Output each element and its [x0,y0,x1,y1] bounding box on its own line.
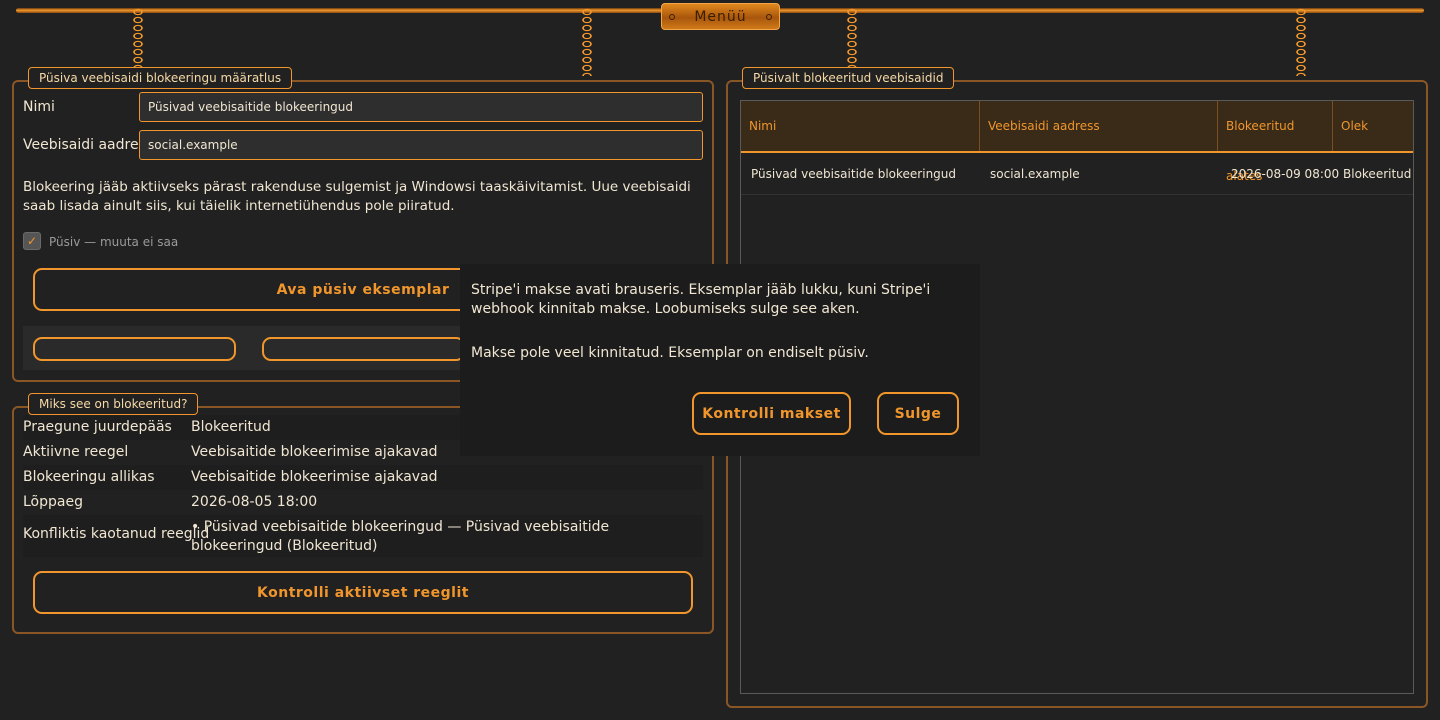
end-time-value: 2026-08-05 18:00 [191,494,318,510]
conflict-rules-key: Konfliktis kaotanud reeglid [23,526,210,542]
column-header-blocked-since[interactable]: Blokeeritud alates [1218,101,1333,183]
menu-button[interactable]: Menüü [661,3,780,30]
dialog-message: Stripe'i makse avati brauseris. Eksempla… [471,282,931,317]
block-source-key: Blokeeringu allikas [23,469,155,485]
close-button[interactable]: Sulge [877,392,959,435]
chain-decoration [131,8,145,76]
small-action-button[interactable] [262,337,465,361]
check-payment-button[interactable]: Kontrolli makset [692,392,851,435]
column-header-address[interactable]: Veebisaidi aadress [980,101,1218,151]
active-rule-value: Veebisaitide blokeerimise ajakavad [191,444,438,460]
definition-legend: Püsiva veebisaidi blokeeringu määratlus [28,67,293,89]
column-header-status[interactable]: Olek [1333,101,1413,151]
definition-description: Blokeering jääb aktiivseks pärast rakend… [23,179,691,214]
payment-dialog: Stripe'i makse avati brauseris. Eksempla… [460,264,980,456]
persistent-checkbox-label: Püsiv — muuta ei saa [49,235,179,249]
table-row[interactable]: Püsivad veebisaitide blokeeringud social… [741,153,1413,195]
current-access-key: Praegune juurdepääs [23,419,172,435]
check-active-rule-button[interactable]: Kontrolli aktiivset reeglit [33,571,693,614]
block-source-value: Veebisaitide blokeerimise ajakavad [191,469,438,485]
chain-decoration [1294,8,1308,76]
address-input[interactable]: social.example [139,130,703,160]
active-rule-key: Aktiivne reegel [23,444,129,460]
address-label: Veebisaidi aadress [23,137,154,153]
current-access-value: Blokeeritud [191,419,271,435]
dialog-status: Makse pole veel kinnitatud. Eksemplar on… [471,345,869,361]
cell-status: Blokeeritud [1343,167,1412,181]
menu-label: Menüü [694,8,747,25]
rivet-icon [766,14,772,20]
rivet-icon [669,14,675,20]
conflict-rules-value: • Püsivad veebisaitide blokeeringud — Pü… [191,519,610,554]
end-time-key: Lõppaeg [23,494,83,510]
why-blocked-legend: Miks see on blokeeritud? [28,393,199,415]
persistent-checkbox[interactable]: ✓ [23,232,41,250]
chain-decoration [845,8,859,76]
cell-name: Püsivad veebisaitide blokeeringud [751,167,957,181]
name-input[interactable]: Püsivad veebisaitide blokeeringud [139,92,703,122]
table-header: Nimi Veebisaidi aadress Blokeeritud alat… [741,101,1413,183]
cell-address: social.example [990,167,1080,181]
name-label: Nimi [23,99,55,115]
info-row [23,490,703,515]
cell-blocked-since: 2026-08-09 08:00 [1231,167,1340,181]
chain-decoration [580,8,594,76]
small-action-button[interactable] [33,337,236,361]
column-header-name[interactable]: Nimi [741,101,980,151]
check-icon: ✓ [26,234,38,248]
blocked-sites-legend: Püsivalt blokeeritud veebisaidid [742,67,955,89]
